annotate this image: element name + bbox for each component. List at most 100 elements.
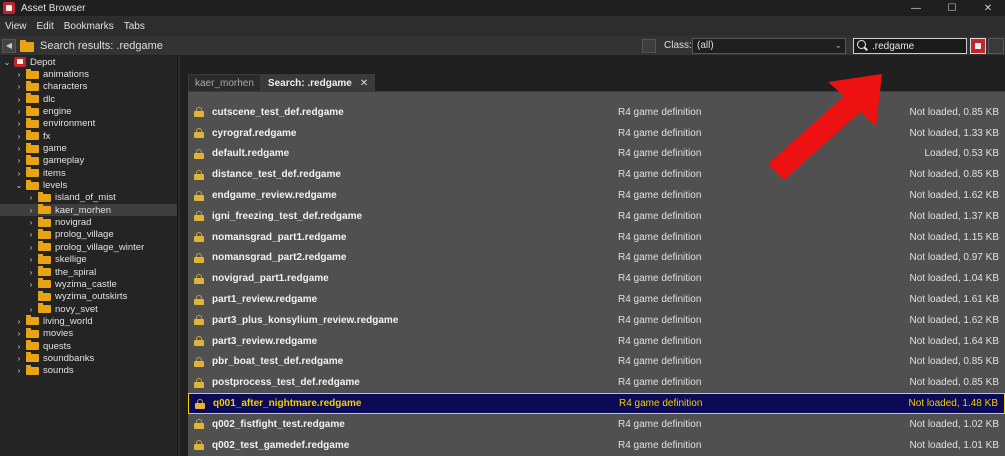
tree-item[interactable]: › novigrad: [0, 216, 177, 228]
tree-item[interactable]: › gameplay: [0, 154, 177, 167]
menu-bookmarks[interactable]: Bookmarks: [59, 21, 119, 32]
class-filter-checkbox[interactable]: [642, 39, 656, 53]
file-type: R4 game definition: [618, 210, 702, 222]
chevron-down-icon[interactable]: ⌄: [2, 58, 12, 67]
folder-icon: [38, 303, 51, 314]
tree-item-label: environment: [43, 118, 96, 130]
chevron-right-icon[interactable]: ›: [14, 107, 24, 116]
tree-item[interactable]: › environment: [0, 117, 177, 130]
tree-item[interactable]: › novy_svet: [0, 303, 177, 315]
search-field[interactable]: [853, 38, 967, 54]
chevron-right-icon[interactable]: ›: [14, 342, 24, 351]
tree-item[interactable]: › quests: [0, 340, 177, 352]
chevron-right-icon[interactable]: ›: [14, 156, 24, 165]
file-status: Not loaded, 1.48 KB: [908, 398, 998, 410]
file-name: part3_review.redgame: [212, 335, 318, 347]
chevron-right-icon[interactable]: ›: [26, 255, 36, 264]
tree-item[interactable]: › prolog_village: [0, 228, 177, 241]
tree-item[interactable]: › game: [0, 142, 177, 154]
tree-item[interactable]: › characters: [0, 80, 177, 93]
file-row[interactable]: part3_plus_konsylium_review.redgame R4 ga…: [188, 310, 1005, 331]
file-row[interactable]: nomansgrad_part2.redgame R4 game definiti…: [188, 248, 1005, 269]
file-row[interactable]: pbr_boat_test_def.redgame R4 game definit…: [188, 352, 1005, 373]
chevron-right-icon[interactable]: ›: [26, 218, 36, 227]
file-type: R4 game definition: [618, 148, 702, 160]
tree-item[interactable]: › soundbanks: [0, 352, 177, 364]
tree-item-label: soundbanks: [43, 352, 95, 364]
chevron-right-icon[interactable]: ›: [14, 132, 24, 141]
depot-tree: ⌄ Depot › animations › characters › dlc › engine ›…: [0, 56, 178, 456]
maximize-button[interactable]: ☐: [934, 0, 970, 16]
tree-item[interactable]: › sounds: [0, 364, 177, 377]
chevron-right-icon[interactable]: ›: [14, 70, 24, 79]
folder-icon: [38, 253, 51, 264]
tree-item[interactable]: › dlc: [0, 93, 177, 105]
tree-item[interactable]: › animations: [0, 68, 177, 80]
tree-item[interactable]: › movies: [0, 327, 177, 340]
lock-icon: [194, 273, 204, 284]
tree-item[interactable]: › items: [0, 167, 177, 179]
chevron-right-icon[interactable]: ›: [26, 243, 36, 252]
menu-view[interactable]: View: [0, 21, 32, 32]
chevron-right-icon[interactable]: ›: [26, 305, 36, 314]
tree-item[interactable]: ⌄ Depot: [0, 56, 177, 68]
depot-filter-icon[interactable]: [970, 38, 986, 54]
tree-item[interactable]: › living_world: [0, 315, 177, 327]
file-row[interactable]: igni_freezing_test_def.redgame R4 game de…: [188, 206, 1005, 227]
chevron-right-icon[interactable]: ›: [14, 144, 24, 153]
chevron-right-icon[interactable]: ›: [14, 317, 24, 326]
lock-icon: [194, 440, 204, 451]
close-tab-icon[interactable]: ✕: [360, 78, 368, 89]
tree-item[interactable]: › kaer_morhen: [0, 204, 177, 217]
chevron-right-icon[interactable]: ›: [14, 82, 24, 91]
folder-icon[interactable]: [20, 39, 34, 53]
file-row[interactable]: distance_test_def.redgame R4 game definit…: [188, 164, 1005, 185]
chevron-right-icon[interactable]: ›: [26, 268, 36, 277]
back-arrow-icon[interactable]: ◀: [2, 38, 16, 53]
file-row[interactable]: novigrad_part1.redgame R4 game definition…: [188, 268, 1005, 289]
file-row[interactable]: part1_review.redgame R4 game definition No…: [188, 289, 1005, 310]
chevron-right-icon[interactable]: ›: [14, 354, 24, 363]
file-row[interactable]: cyrograf.redgame R4 game definition Not lo…: [188, 123, 1005, 144]
tree-item[interactable]: › engine: [0, 105, 177, 117]
file-row[interactable]: q002_test_gamedef.redgame R4 game definit…: [188, 435, 1005, 456]
minimize-button[interactable]: —: [898, 0, 934, 16]
tree-item[interactable]: › skellige: [0, 253, 177, 266]
folder-icon: [38, 204, 51, 215]
chevron-right-icon[interactable]: ›: [26, 230, 36, 239]
file-row[interactable]: endgame_review.redgame R4 game definition…: [188, 185, 1005, 206]
file-row[interactable]: q001_after_nightmare.redgame R4 game defi…: [188, 393, 1005, 414]
file-row[interactable]: part3_review.redgame R4 game definition No…: [188, 331, 1005, 352]
chevron-right-icon[interactable]: ›: [14, 366, 24, 375]
file-row[interactable]: cutscene_test_def.redgame R4 game definit…: [188, 102, 1005, 123]
chevron-right-icon[interactable]: ›: [26, 280, 36, 289]
chevron-right-icon[interactable]: ›: [26, 206, 36, 215]
grid-view-icon[interactable]: [988, 38, 1004, 54]
chevron-down-icon[interactable]: ⌄: [14, 181, 24, 190]
tree-item[interactable]: › wyzima_castle: [0, 278, 177, 290]
search-input[interactable]: [872, 40, 964, 52]
tree-item[interactable]: ⌄ levels: [0, 179, 177, 191]
file-row[interactable]: default.redgame R4 game definition Loaded,…: [188, 144, 1005, 165]
tree-item[interactable]: › prolog_village_winter: [0, 241, 177, 253]
tree-item[interactable]: › island_of_mist: [0, 191, 177, 204]
tab-search-results[interactable]: Search: .redgame ✕: [260, 74, 376, 91]
menu-tabs[interactable]: Tabs: [119, 21, 150, 32]
close-window-button[interactable]: ✕: [970, 0, 1005, 16]
tree-item[interactable]: › fx: [0, 130, 177, 142]
chevron-right-icon[interactable]: ›: [14, 119, 24, 128]
class-dropdown[interactable]: (all) ⌄: [692, 38, 846, 54]
chevron-right-icon[interactable]: ›: [26, 193, 36, 202]
file-row[interactable]: q002_fistfight_test.redgame R4 game defin…: [188, 414, 1005, 435]
chevron-right-icon[interactable]: ›: [14, 329, 24, 338]
file-row[interactable]: nomansgrad_part1.redgame R4 game definiti…: [188, 227, 1005, 248]
file-row[interactable]: postprocess_test_def.redgame R4 game defi…: [188, 372, 1005, 393]
tree-item-label: game: [43, 143, 67, 155]
tree-item[interactable]: ›wyzima_outskirts: [0, 290, 177, 303]
chevron-right-icon[interactable]: ›: [14, 169, 24, 178]
tree-item[interactable]: › the_spiral: [0, 266, 177, 278]
chevron-right-icon[interactable]: ›: [14, 95, 24, 104]
file-name: q001_after_nightmare.redgame: [213, 398, 362, 410]
tab-kaer-morhen[interactable]: kaer_morhen: [188, 74, 261, 91]
menu-edit[interactable]: Edit: [32, 21, 59, 32]
